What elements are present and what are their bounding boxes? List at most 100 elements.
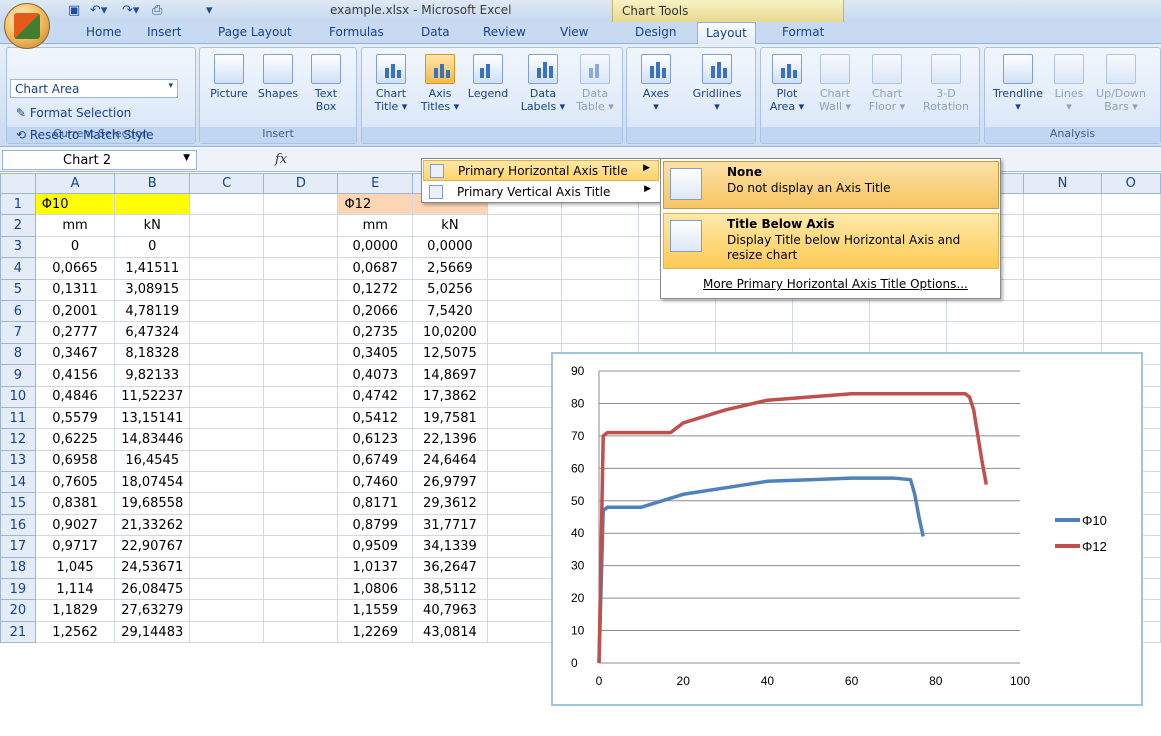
cell[interactable]	[189, 385, 265, 408]
cell[interactable]	[263, 513, 339, 537]
row-header[interactable]: 8	[0, 342, 36, 366]
name-box[interactable]: Chart 2 ▼	[2, 150, 197, 170]
cell[interactable]	[189, 321, 265, 344]
cell[interactable]	[114, 192, 191, 216]
cell[interactable]: 22,90767	[114, 535, 191, 558]
cell[interactable]: mm	[337, 214, 414, 237]
cell[interactable]	[189, 342, 265, 366]
cell[interactable]	[189, 235, 265, 259]
cell[interactable]	[560, 321, 640, 344]
updown-bars-button[interactable]: Up/Down Bars ▾	[1091, 54, 1151, 113]
row-header[interactable]: 6	[0, 299, 36, 323]
menu-item-primary-horizontal-axis-title[interactable]: Primary Horizontal Axis Title ▶	[423, 160, 659, 181]
cell[interactable]: 0,4156	[34, 364, 116, 387]
cell[interactable]	[792, 299, 871, 323]
cell[interactable]	[946, 321, 1025, 344]
cell[interactable]: 1,2269	[337, 620, 414, 644]
cell[interactable]: 0,0687	[337, 257, 414, 280]
row-header[interactable]: 2	[0, 214, 36, 237]
cell[interactable]: 18,07454	[114, 471, 191, 494]
cell[interactable]: mm	[34, 214, 116, 237]
row-header[interactable]: 1	[0, 192, 36, 216]
cell[interactable]: 29,3612	[412, 492, 488, 515]
cell[interactable]: 1,1829	[34, 599, 116, 622]
cell[interactable]: 43,0814	[412, 620, 488, 644]
row-header[interactable]: 5	[0, 278, 36, 301]
column-header-B[interactable]: B	[114, 173, 191, 194]
cell[interactable]	[263, 192, 339, 216]
cell[interactable]: 1,2562	[34, 620, 116, 644]
row-header[interactable]: 4	[0, 257, 36, 280]
cell[interactable]: 1,0137	[337, 556, 414, 580]
cell[interactable]	[263, 535, 339, 558]
cell[interactable]	[189, 428, 265, 451]
cell[interactable]: 0,4742	[337, 385, 414, 408]
tab-page-layout[interactable]: Page Layout	[218, 25, 292, 39]
cell[interactable]: 0,8171	[337, 492, 414, 515]
cell[interactable]	[263, 385, 339, 408]
cell[interactable]	[263, 556, 339, 580]
cell[interactable]: 0,8381	[34, 492, 116, 515]
option-none[interactable]: None Do not display an Axis Title	[663, 161, 999, 209]
legend-button[interactable]: Legend	[464, 54, 512, 100]
cell[interactable]: kN	[412, 214, 488, 237]
cell[interactable]: 0,0000	[412, 235, 488, 259]
cell[interactable]: 0,8799	[337, 513, 414, 537]
cell[interactable]	[263, 428, 339, 451]
redo-icon[interactable]: ↷▾	[122, 3, 139, 19]
cell[interactable]	[263, 321, 339, 344]
cell[interactable]: 0,5412	[337, 406, 414, 430]
select-all-corner[interactable]	[0, 173, 36, 194]
cell[interactable]	[486, 299, 562, 323]
cell[interactable]	[560, 214, 640, 237]
cell[interactable]: 0,0000	[337, 235, 414, 259]
text-box-button[interactable]: Text Box	[304, 54, 348, 113]
cell[interactable]: 3,08915	[114, 278, 191, 301]
cell[interactable]	[486, 214, 562, 237]
cell[interactable]	[869, 321, 948, 344]
cell[interactable]	[189, 257, 265, 280]
cell[interactable]	[946, 299, 1025, 323]
cell[interactable]	[189, 449, 265, 473]
row-header[interactable]: 9	[0, 364, 36, 387]
cell[interactable]	[263, 235, 339, 259]
cell[interactable]: 0,1272	[337, 278, 414, 301]
cell[interactable]: 40,7963	[412, 599, 488, 622]
cell[interactable]	[263, 342, 339, 366]
cell[interactable]	[189, 299, 265, 323]
cell[interactable]: 0,2735	[337, 321, 414, 344]
cell[interactable]: kN	[114, 214, 191, 237]
cell[interactable]: Φ10	[34, 192, 116, 216]
cell[interactable]	[715, 321, 794, 344]
cell[interactable]	[189, 278, 265, 301]
cell[interactable]	[189, 620, 265, 644]
save-icon[interactable]: ▣	[68, 3, 80, 19]
cell[interactable]	[189, 406, 265, 430]
cell[interactable]: 2,5669	[412, 257, 488, 280]
cell[interactable]: 24,6464	[412, 449, 488, 473]
cell[interactable]: 13,15141	[114, 406, 191, 430]
row-header[interactable]: 12	[0, 428, 36, 451]
tab-layout[interactable]: Layout	[697, 22, 756, 45]
option-title-below-axis[interactable]: Title Below Axis Display Title below Hor…	[663, 213, 999, 269]
tab-formulas[interactable]: Formulas	[329, 25, 384, 39]
chart-floor-button[interactable]: Chart Floor ▾	[861, 54, 913, 113]
cell[interactable]: 0	[114, 235, 191, 259]
cell[interactable]: 21,33262	[114, 513, 191, 537]
cell[interactable]: 0,1311	[34, 278, 116, 301]
cell[interactable]	[263, 214, 339, 237]
cell[interactable]	[486, 235, 562, 259]
cell[interactable]: 8,18328	[114, 342, 191, 366]
cell[interactable]	[1023, 214, 1102, 237]
tab-format[interactable]: Format	[782, 25, 824, 39]
gridlines-button[interactable]: Gridlines ▾	[687, 54, 747, 113]
column-header-N[interactable]: N	[1023, 173, 1102, 194]
row-header[interactable]: 7	[0, 321, 36, 344]
cell[interactable]: 34,1339	[412, 535, 488, 558]
chart-object[interactable]: 0 10 20 30 40 50 60 70 80 90 0 20 40 60 80 100 Φ10 Φ12	[551, 352, 1143, 706]
cell[interactable]: 0,7605	[34, 471, 116, 494]
print-preview-icon[interactable]: ⎙	[152, 3, 162, 19]
cell[interactable]: 1,045	[34, 556, 116, 580]
row-header[interactable]: 18	[0, 556, 36, 580]
cell[interactable]	[1023, 299, 1102, 323]
